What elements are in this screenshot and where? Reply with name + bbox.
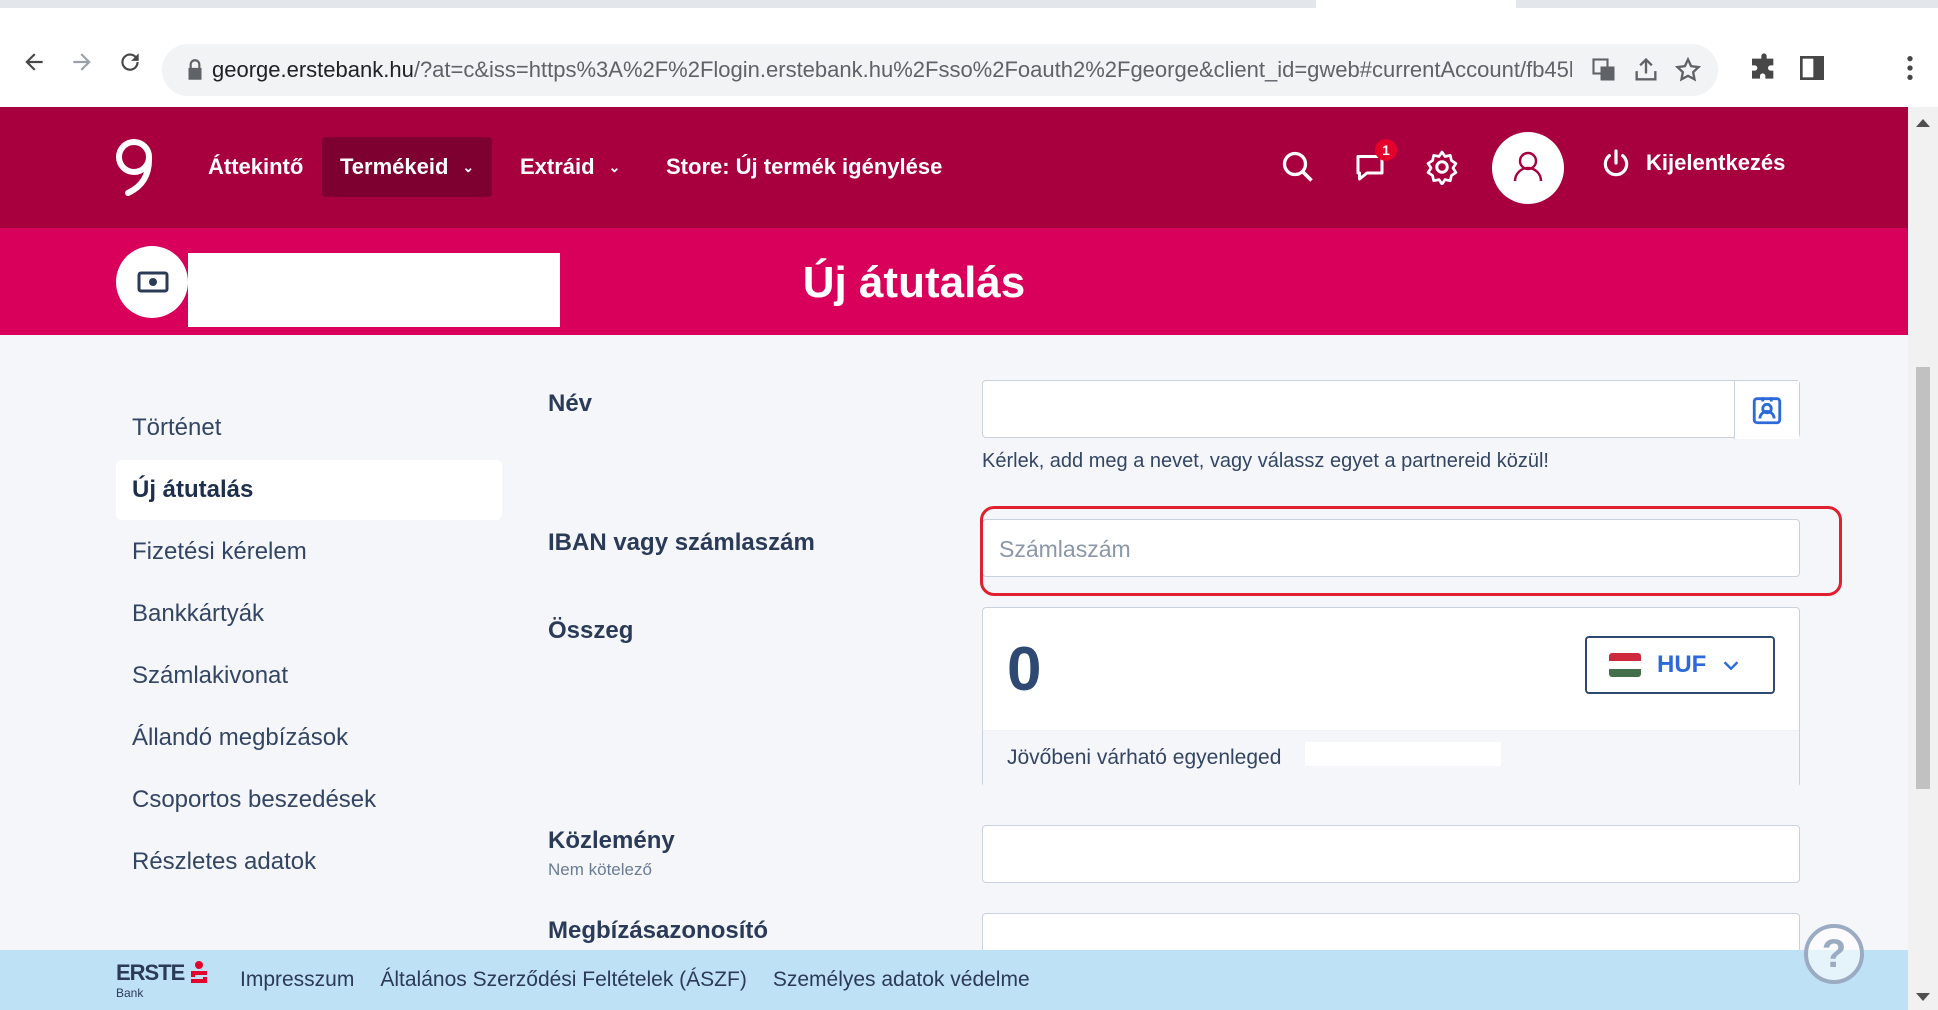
user-icon: [1513, 151, 1543, 182]
scroll-down-icon[interactable]: [1916, 993, 1930, 1001]
amount-field[interactable]: 0 HUF Jövőbeni várható egyenleged: [982, 607, 1800, 788]
note-input[interactable]: [982, 825, 1800, 883]
erste-brand: ERSTE: [116, 960, 185, 985]
order-id-label: Megbízásazonosító: [548, 917, 769, 944]
forward-icon[interactable]: [60, 40, 104, 84]
page-title-band: Új átutalás: [0, 228, 1908, 335]
share-icon[interactable]: [1632, 56, 1660, 84]
nav-products[interactable]: Termékeid ⌄: [322, 137, 493, 197]
name-hint: Kérlek, add meg a nevet, vagy válassz eg…: [982, 450, 1549, 472]
nav-overview[interactable]: Áttekintő: [208, 137, 303, 197]
note-optional: Nem kötelező: [548, 860, 652, 879]
sidebar-item-cards[interactable]: Bankkártyák: [116, 584, 502, 644]
contact-card-icon: [1752, 397, 1782, 425]
amount-value[interactable]: 0: [1007, 634, 1041, 705]
browser-tabstrip: [0, 0, 1938, 8]
sidebar-item-details[interactable]: Részletes adatok: [116, 832, 502, 892]
side-panel-icon[interactable]: [1796, 52, 1828, 84]
settings-gear-icon[interactable]: [1424, 149, 1460, 185]
contacts-button[interactable]: [1734, 381, 1799, 439]
balance-value-redacted: [1305, 742, 1501, 766]
highlight-box: [980, 506, 1842, 596]
footer-link-terms[interactable]: Általános Szerződési Feltételek (ÁSZF): [380, 968, 746, 992]
erste-brand-sub: Bank: [116, 986, 144, 1000]
amount-label: Összeg: [548, 617, 634, 644]
erste-logo[interactable]: ERSTE Bank: [116, 958, 212, 1002]
lock-icon: [188, 59, 202, 80]
chevron-down-icon: [1724, 661, 1739, 671]
avatar[interactable]: [1492, 132, 1564, 204]
scroll-thumb[interactable]: [1916, 367, 1930, 789]
sidebar-item-statement[interactable]: Számlakivonat: [116, 646, 502, 706]
nav-store[interactable]: Store: Új termék igénylése: [666, 137, 942, 197]
question-icon: ?: [1821, 931, 1847, 976]
erste-s-icon: [191, 961, 207, 983]
reload-icon[interactable]: [108, 40, 152, 84]
chevron-down-icon: ⌄: [608, 158, 621, 175]
footer-link-privacy[interactable]: Személyes adatok védelme: [773, 968, 1030, 992]
page-scrollbar[interactable]: [1908, 107, 1938, 1010]
nav-extras[interactable]: Extráid ⌄: [520, 137, 620, 197]
scroll-up-icon[interactable]: [1916, 119, 1930, 127]
sidebar-item-direct-debits[interactable]: Csoportos beszedések: [116, 770, 502, 830]
browser-menu-icon[interactable]: [1894, 52, 1926, 84]
back-icon[interactable]: [12, 40, 56, 84]
help-button[interactable]: ?: [1804, 924, 1864, 984]
messages-badge: 1: [1375, 139, 1397, 161]
footer-link-impressum[interactable]: Impresszum: [240, 968, 354, 992]
name-label: Név: [548, 390, 593, 417]
hungary-flag-icon: [1609, 653, 1641, 677]
url-text: george.erstebank.hu/?at=c&iss=https%3A%2…: [212, 57, 1572, 82]
note-label: Közlemény: [548, 827, 675, 854]
app-header: Áttekintő Termékeid ⌄ Extráid ⌄ Store: Új …: [0, 107, 1908, 228]
order-id-input[interactable]: [982, 913, 1800, 953]
logout-label: Kijelentkezés: [1646, 150, 1786, 175]
power-icon: [1603, 149, 1629, 177]
translate-icon[interactable]: [1590, 56, 1618, 84]
name-input[interactable]: [982, 380, 1800, 439]
address-bar[interactable]: george.erstebank.hu/?at=c&iss=https%3A%2…: [162, 44, 1718, 96]
currency-label: HUF: [1657, 651, 1707, 678]
sidebar-item-payment-request[interactable]: Fizetési kérelem: [116, 522, 502, 582]
iban-label: IBAN vagy számlaszám: [548, 529, 815, 556]
balance-label: Jövőbeni várható egyenleged: [1007, 746, 1282, 769]
sidebar-item-history[interactable]: Történet: [116, 398, 502, 458]
search-icon[interactable]: [1280, 149, 1316, 185]
main-content: Történet Új átutalás Fizetési kérelem Ba…: [0, 335, 1908, 953]
bookmark-star-icon[interactable]: [1674, 56, 1702, 84]
george-logo-icon[interactable]: [112, 137, 158, 199]
footer: ERSTE Bank Impresszum Általános Szerződé…: [0, 950, 1908, 1010]
browser-toolbar: george.erstebank.hu/?at=c&iss=https%3A%2…: [0, 8, 1938, 100]
sidebar-item-new-transfer[interactable]: Új átutalás: [116, 460, 502, 520]
extensions-icon[interactable]: [1748, 52, 1780, 84]
logout-button[interactable]: Kijelentkezés: [1600, 147, 1785, 179]
currency-select[interactable]: HUF: [1585, 636, 1775, 694]
chevron-down-icon: ⌄: [462, 158, 475, 175]
sidebar-item-standing-orders[interactable]: Állandó megbízások: [116, 708, 502, 768]
page-title: Új átutalás: [802, 258, 1026, 307]
browser-active-tab[interactable]: [1316, 0, 1516, 8]
